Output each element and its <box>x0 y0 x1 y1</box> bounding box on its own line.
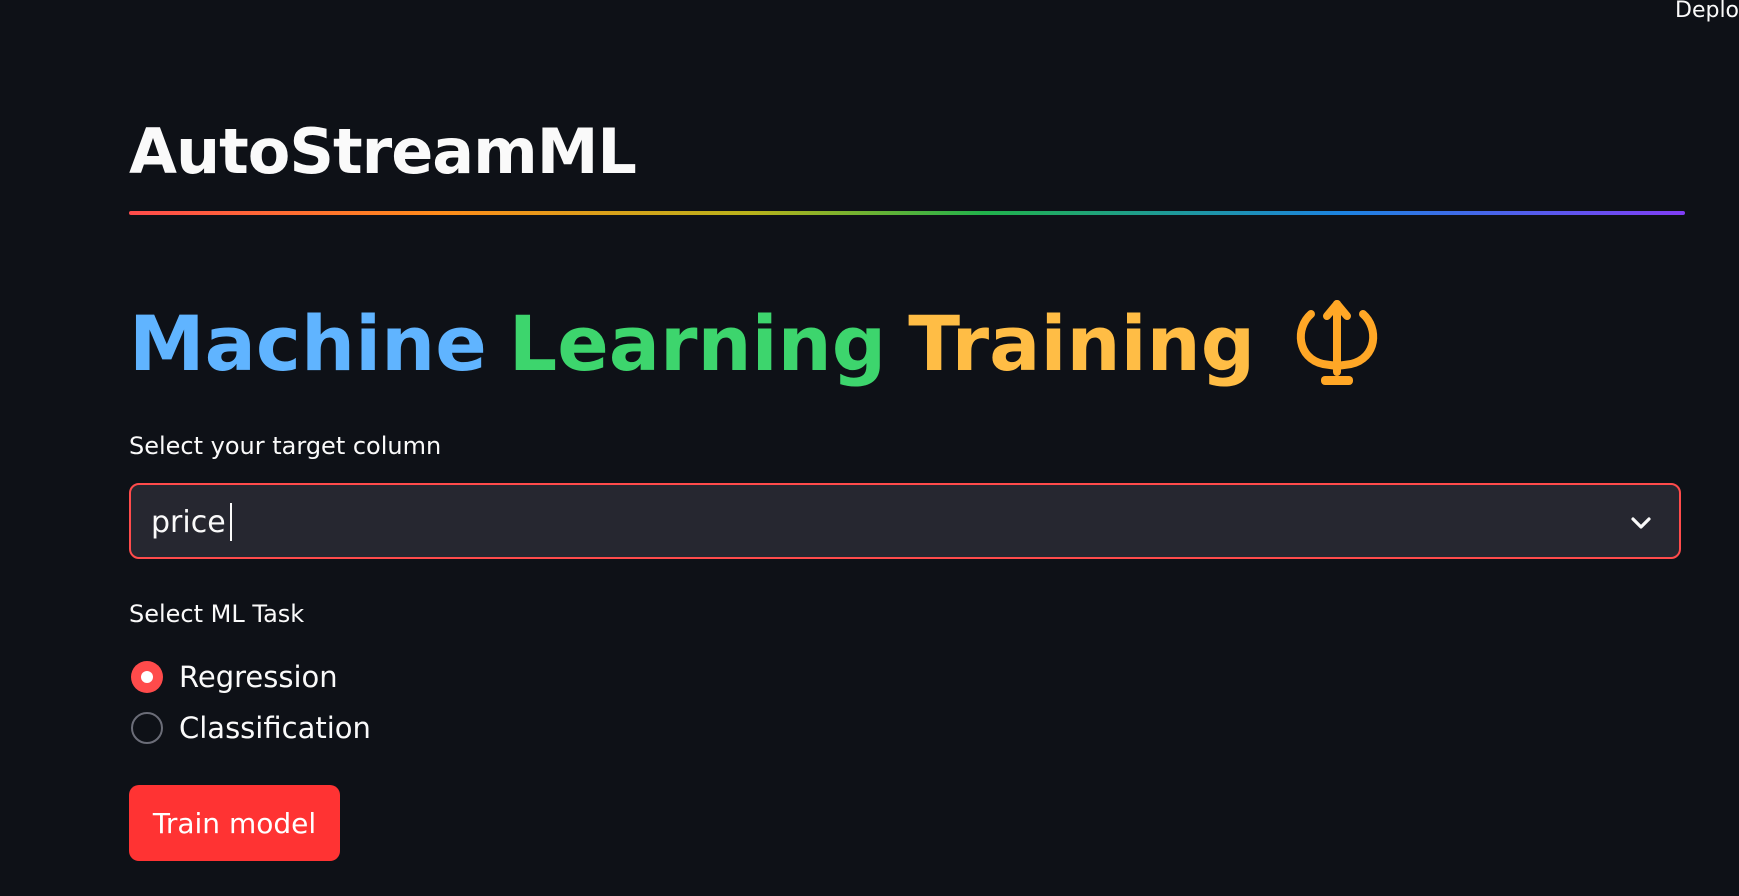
trident-icon <box>1297 300 1378 385</box>
heading-word-learning: Learning <box>508 299 887 388</box>
radio-checked-icon[interactable] <box>131 661 163 693</box>
text-cursor <box>229 503 232 541</box>
radio-option-regression[interactable]: Regression <box>131 660 338 694</box>
app-title: AutoStreamML <box>129 115 637 188</box>
target-column-select[interactable]: price <box>129 483 1681 559</box>
target-column-value-wrap: price <box>151 503 232 541</box>
target-column-label: Select your target column <box>129 432 442 460</box>
heading-word-machine: Machine <box>129 299 487 388</box>
ml-task-label: Select ML Task <box>129 600 305 628</box>
chevron-down-icon[interactable] <box>1627 509 1655 537</box>
deploy-button[interactable]: Deplo <box>1675 0 1739 23</box>
heading-word-training: Training <box>908 299 1256 388</box>
radio-label-classification: Classification <box>179 711 371 745</box>
section-heading: Machine Learning Training <box>129 298 1385 390</box>
radio-unchecked-icon[interactable] <box>131 712 163 744</box>
target-column-value: price <box>151 504 226 540</box>
radio-option-classification[interactable]: Classification <box>131 711 371 745</box>
radio-label-regression: Regression <box>179 660 338 694</box>
train-model-button[interactable]: Train model <box>129 785 340 861</box>
rainbow-divider <box>129 211 1685 215</box>
